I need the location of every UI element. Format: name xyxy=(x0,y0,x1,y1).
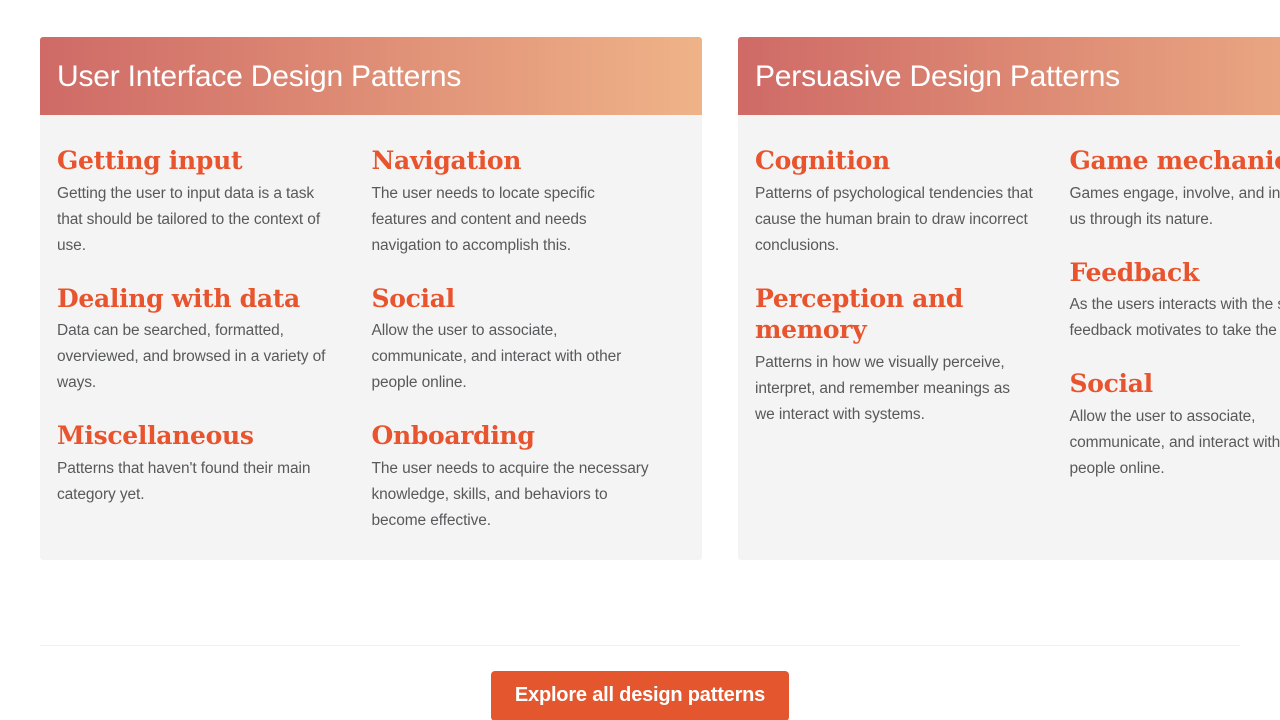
category-description: Patterns of psychological tendencies tha… xyxy=(755,184,1033,254)
category-item[interactable]: Social Allow the user to associate, comm… xyxy=(372,259,651,397)
category-title[interactable]: Game mechanics xyxy=(1070,145,1280,177)
category-description: Allow the user to associate, communicate… xyxy=(1069,407,1280,477)
category-item[interactable]: Cognition Patterns of psychological tend… xyxy=(755,121,1034,259)
card-body: Cognition Patterns of psychological tend… xyxy=(738,115,1280,482)
category-title[interactable]: Perception and memory xyxy=(755,283,1034,346)
category-title[interactable]: Miscellaneous xyxy=(57,420,336,452)
category-description: The user needs to acquire the necessary … xyxy=(371,459,649,529)
pattern-card-user-interface: User Interface Design Patterns Getting i… xyxy=(40,37,702,560)
card-header: User Interface Design Patterns xyxy=(40,37,702,115)
category-title[interactable]: Dealing with data xyxy=(57,283,336,315)
category-description: Getting the user to input data is a task… xyxy=(57,184,321,254)
category-description: As the users interacts with the system f… xyxy=(1069,296,1280,339)
category-description: Patterns in how we visually perceive, in… xyxy=(755,353,1010,423)
category-item-empty xyxy=(755,428,1034,452)
category-item[interactable]: Onboarding The user needs to acquire the… xyxy=(372,396,651,534)
category-column-right: Game mechanics Games engage, involve, an… xyxy=(1070,121,1280,482)
card-header: Persuasive Design Patterns xyxy=(738,37,1280,115)
category-description: Patterns that haven't found their main c… xyxy=(57,459,311,503)
category-item[interactable]: Game mechanics Games engage, involve, an… xyxy=(1070,121,1280,233)
category-item[interactable]: Getting input Getting the user to input … xyxy=(57,121,336,259)
category-item[interactable]: Navigation The user needs to locate spec… xyxy=(372,121,651,259)
category-title[interactable]: Onboarding xyxy=(372,420,651,452)
category-title[interactable]: Navigation xyxy=(372,145,651,177)
category-description: Allow the user to associate, communicate… xyxy=(371,322,622,391)
category-item[interactable]: Perception and memory Patterns in how we… xyxy=(755,259,1034,428)
category-title[interactable]: Social xyxy=(1070,368,1280,400)
card-title: User Interface Design Patterns xyxy=(57,59,462,93)
category-column-right: Navigation The user needs to locate spec… xyxy=(372,121,687,534)
category-title[interactable]: Cognition xyxy=(755,145,1034,177)
category-item[interactable]: Miscellaneous Patterns that haven't foun… xyxy=(57,396,336,508)
page-root: User Interface Design Patterns Getting i… xyxy=(0,0,1280,720)
footer-cta-container: Explore all design patterns xyxy=(0,671,1280,720)
category-description: Data can be searched, formatted, overvie… xyxy=(57,322,326,391)
card-body: Getting input Getting the user to input … xyxy=(40,115,702,534)
category-column-left: Cognition Patterns of psychological tend… xyxy=(755,121,1070,482)
footer-divider xyxy=(40,645,1240,646)
category-title[interactable]: Social xyxy=(372,283,651,315)
category-column-left: Getting input Getting the user to input … xyxy=(57,121,372,534)
category-item[interactable]: Feedback As the users interacts with the… xyxy=(1070,233,1280,345)
category-description: Games engage, involve, and influence us … xyxy=(1069,184,1280,228)
category-description: The user needs to locate specific featur… xyxy=(371,184,595,254)
category-title[interactable]: Getting input xyxy=(57,145,336,177)
pattern-card-persuasive: Persuasive Design Patterns Cognition Pat… xyxy=(738,37,1280,560)
pattern-cards-row: User Interface Design Patterns Getting i… xyxy=(40,37,1280,560)
category-item[interactable]: Dealing with data Data can be searched, … xyxy=(57,259,336,397)
explore-all-design-patterns-button[interactable]: Explore all design patterns xyxy=(490,671,790,720)
category-item[interactable]: Social Allow the user to associate, comm… xyxy=(1070,344,1280,482)
card-title: Persuasive Design Patterns xyxy=(755,59,1120,93)
category-title[interactable]: Feedback xyxy=(1070,257,1280,289)
